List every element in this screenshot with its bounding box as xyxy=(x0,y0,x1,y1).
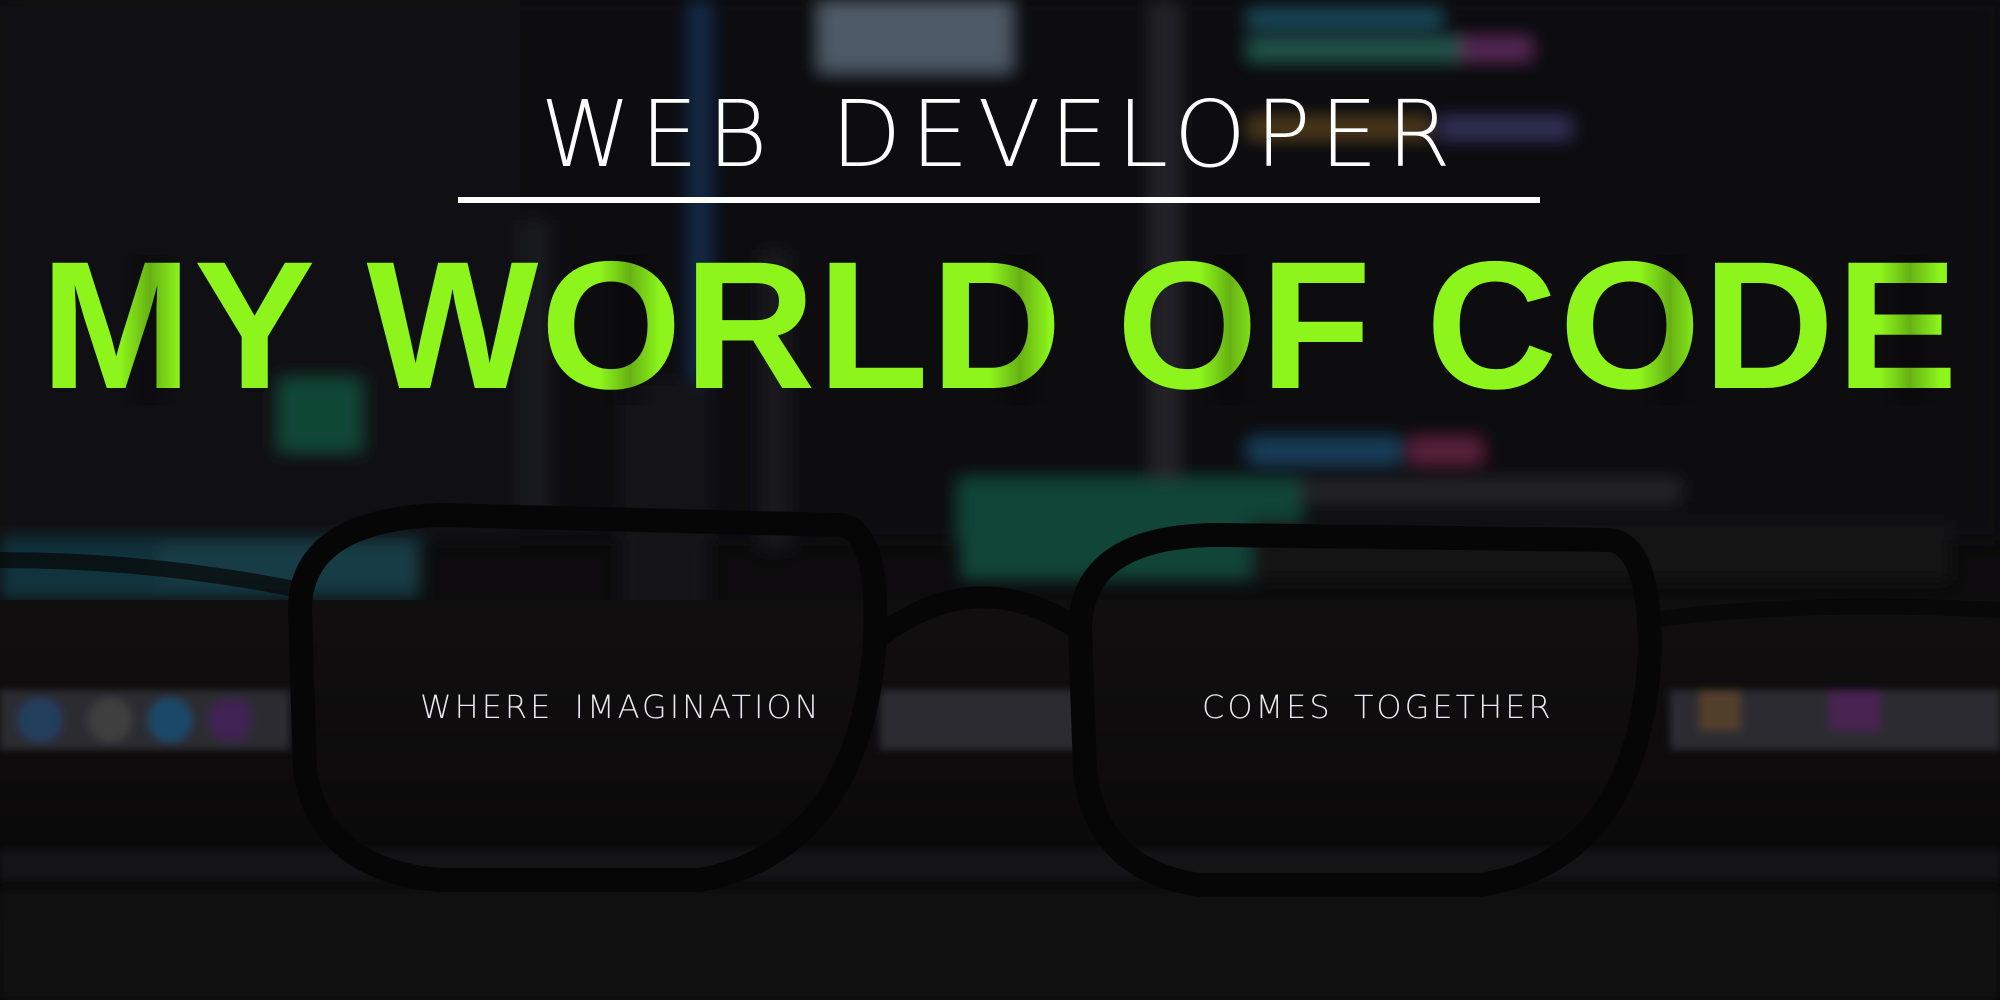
hero-banner: WEB DEVELOPER MY WORLD OF CODE WHERE IMA… xyxy=(0,0,2000,1000)
background-photo xyxy=(0,0,2000,1000)
